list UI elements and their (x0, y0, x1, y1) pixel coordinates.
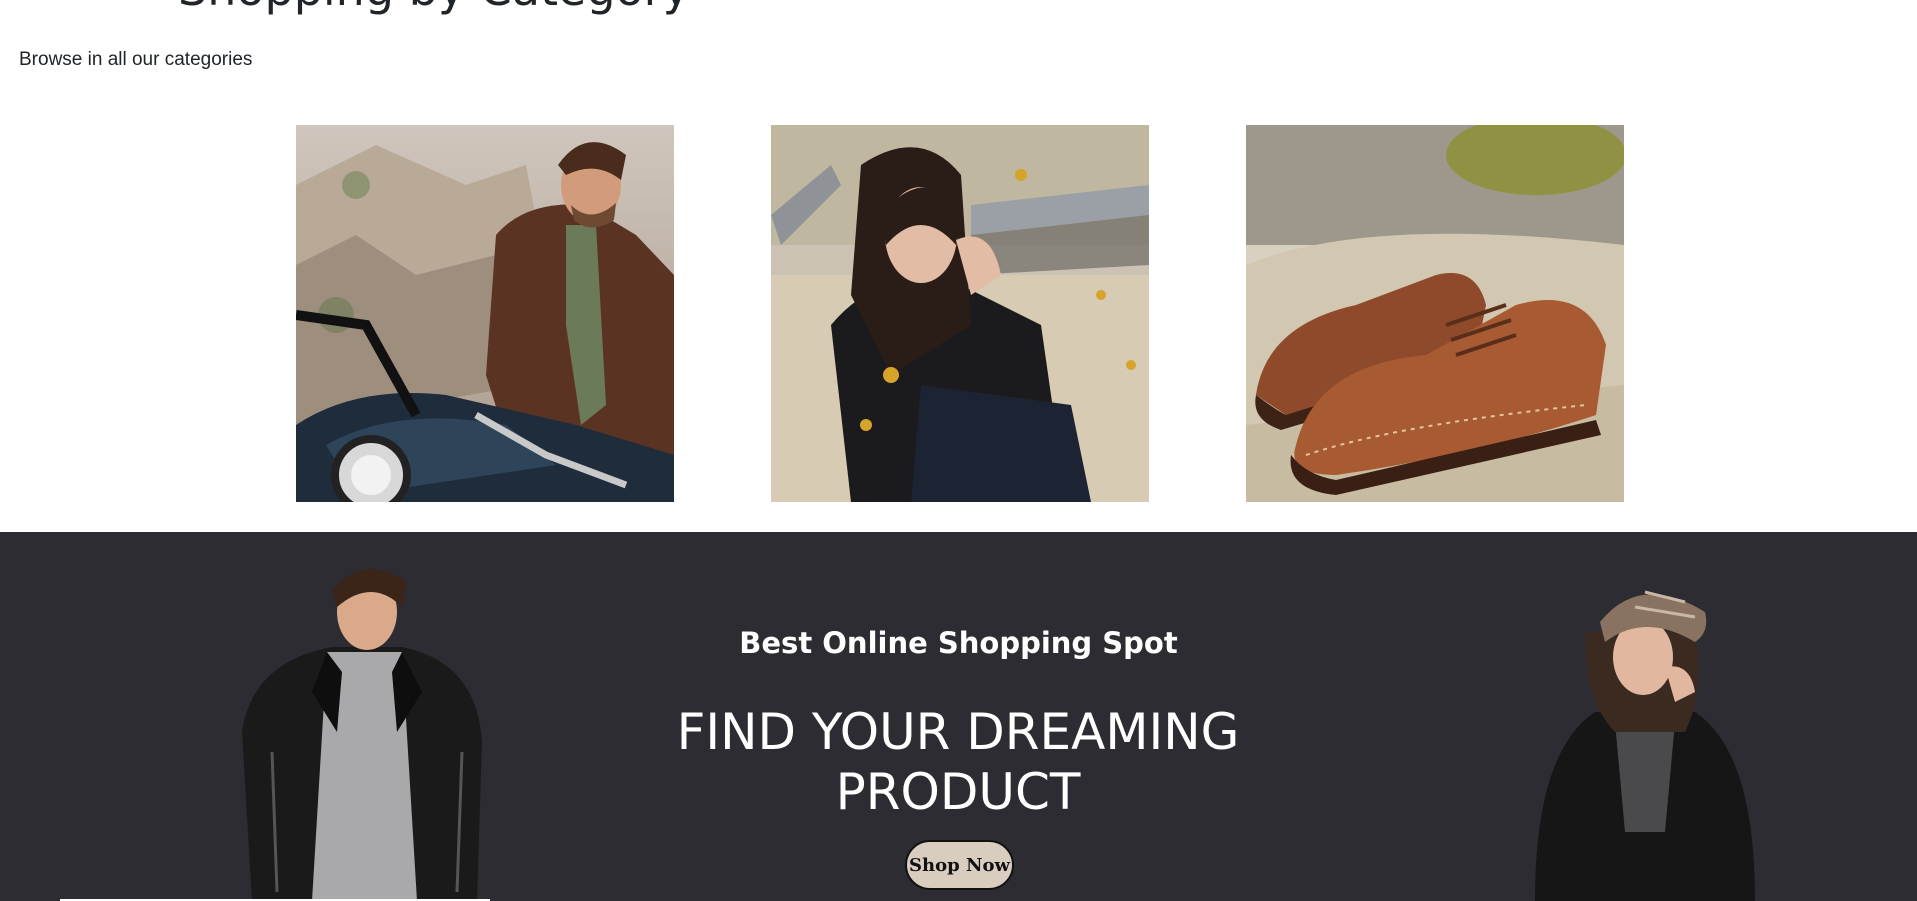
banner-headline: FIND YOUR DREAMING PRODUCT (676, 703, 1240, 821)
page-heading: Shopping by Category (178, 0, 690, 16)
woman-leather-jacket-photo (771, 125, 1149, 502)
woman-model-photo (1535, 590, 1755, 901)
category-card-men[interactable] (296, 125, 674, 502)
page-subtitle: Browse in all our categories (19, 49, 253, 70)
man-on-motorcycle-photo (296, 125, 674, 502)
banner-tagline: Best Online Shopping Spot (739, 626, 1178, 660)
promo-banner: Best Online Shopping Spot FIND YOUR DREA… (0, 532, 1917, 901)
category-card-shoes[interactable] (1246, 125, 1624, 502)
shop-now-button[interactable]: Shop Now (905, 840, 1014, 890)
man-model-photo (242, 569, 482, 901)
category-card-women[interactable] (771, 125, 1149, 502)
brown-brogue-shoes-photo (1246, 125, 1624, 502)
